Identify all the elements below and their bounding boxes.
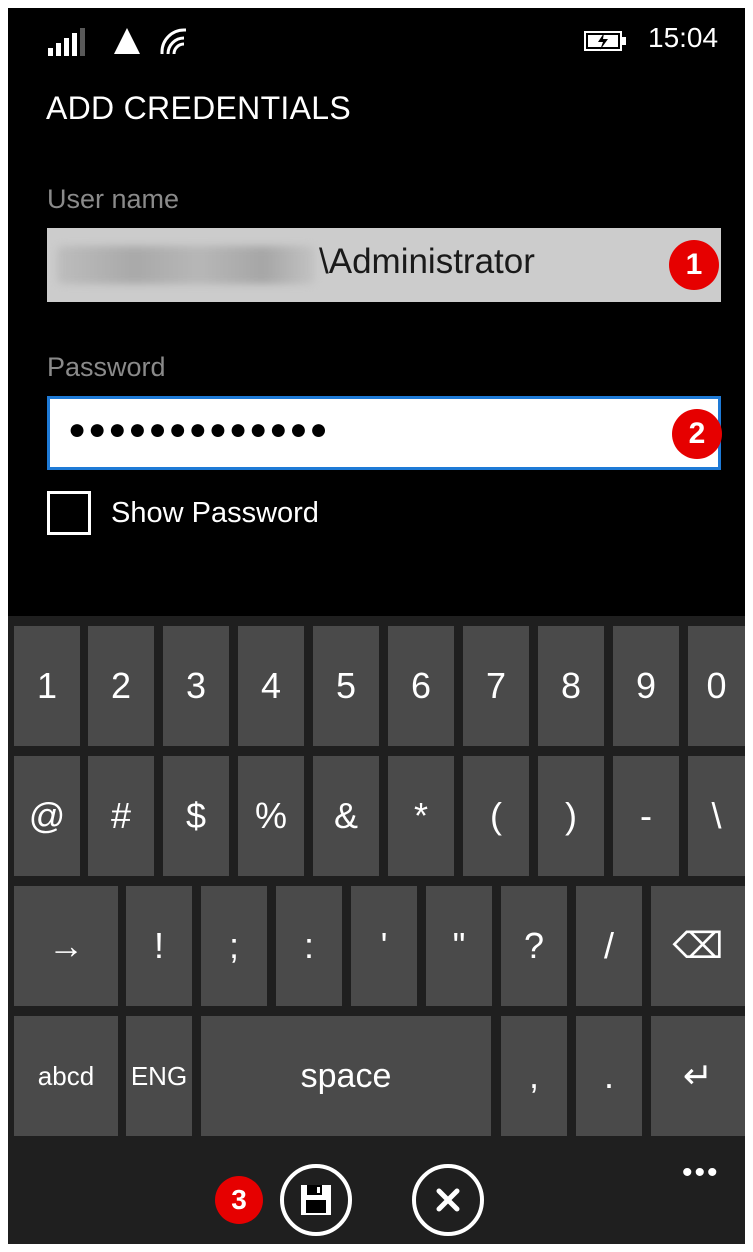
key-2[interactable]: 2: [88, 626, 154, 746]
username-label: User name: [47, 184, 180, 214]
key-open-paren[interactable]: (: [463, 756, 529, 876]
status-time: 15:04: [648, 22, 719, 53]
backspace-key[interactable]: ⌫: [651, 886, 745, 1006]
enter-key[interactable]: ↵: [651, 1016, 745, 1136]
key-percent[interactable]: %: [238, 756, 304, 876]
key-hash[interactable]: #: [88, 756, 154, 876]
key-slash[interactable]: /: [576, 886, 642, 1006]
save-button[interactable]: [280, 1164, 352, 1236]
key-abcd[interactable]: abcd: [14, 1016, 118, 1136]
close-icon: [436, 1188, 460, 1212]
key-dollar[interactable]: $: [163, 756, 229, 876]
key-comma[interactable]: ,: [501, 1016, 567, 1136]
battery-charging-icon: [584, 31, 626, 51]
key-apostrophe[interactable]: ': [351, 886, 417, 1006]
key-3[interactable]: 3: [163, 626, 229, 746]
signal-strength-icon: [48, 26, 88, 56]
key-at[interactable]: @: [14, 756, 80, 876]
key-0[interactable]: 0: [688, 626, 745, 746]
wifi-icon: [160, 28, 186, 55]
key-period[interactable]: .: [576, 1016, 642, 1136]
key-hyphen[interactable]: -: [613, 756, 679, 876]
key-8[interactable]: 8: [538, 626, 604, 746]
status-bar: 15:04: [8, 8, 745, 68]
key-colon[interactable]: :: [276, 886, 342, 1006]
redacted-domain: [57, 246, 315, 284]
key-9[interactable]: 9: [613, 626, 679, 746]
keyboard-row-symbols: @ # $ % & * ( ) - \: [8, 756, 745, 876]
key-quote[interactable]: ": [426, 886, 492, 1006]
key-language[interactable]: ENG: [126, 1016, 192, 1136]
app-bar: 3 •••: [8, 1156, 745, 1244]
step-marker-1: 1: [669, 240, 719, 290]
key-7[interactable]: 7: [463, 626, 529, 746]
cancel-button[interactable]: [412, 1164, 484, 1236]
key-backslash[interactable]: \: [688, 756, 745, 876]
data-connection-icon: [114, 28, 140, 54]
key-asterisk[interactable]: *: [388, 756, 454, 876]
key-exclamation[interactable]: !: [126, 886, 192, 1006]
key-space[interactable]: space: [201, 1016, 491, 1136]
password-field[interactable]: ●●●●●●●●●●●●● 2: [47, 396, 722, 470]
key-ampersand[interactable]: &: [313, 756, 379, 876]
key-question[interactable]: ?: [501, 886, 567, 1006]
password-label: Password: [47, 352, 166, 382]
page-title: ADD CREDENTIALS: [46, 90, 351, 126]
username-field[interactable]: \Administrator 1: [47, 228, 721, 302]
keyboard-row-bottom: abcd ENG space , . ↵: [8, 1016, 745, 1136]
show-password-toggle[interactable]: Show Password: [47, 488, 319, 538]
key-semicolon[interactable]: ;: [201, 886, 267, 1006]
step-marker-2: 2: [672, 409, 722, 459]
phone-screen: 15:04 ADD CREDENTIALS User name \Adminis…: [8, 8, 745, 1244]
keyboard-row-numbers: 1 2 3 4 5 6 7 8 9 0: [8, 626, 745, 746]
show-password-label: Show Password: [111, 496, 319, 529]
key-5[interactable]: 5: [313, 626, 379, 746]
key-tab-arrow[interactable]: →: [14, 886, 118, 1006]
key-close-paren[interactable]: ): [538, 756, 604, 876]
show-password-checkbox[interactable]: [47, 491, 91, 535]
more-options-icon[interactable]: •••: [682, 1156, 720, 1190]
keyboard-row-punctuation: → ! ; : ' " ? / ⌫: [8, 886, 745, 1006]
key-6[interactable]: 6: [388, 626, 454, 746]
save-icon: [301, 1185, 331, 1215]
key-4[interactable]: 4: [238, 626, 304, 746]
key-1[interactable]: 1: [14, 626, 80, 746]
step-marker-3: 3: [215, 1176, 263, 1224]
password-value: ●●●●●●●●●●●●●: [68, 413, 330, 446]
on-screen-keyboard: 1 2 3 4 5 6 7 8 9 0 @ # $ % & * ( ) - \ …: [8, 616, 745, 1156]
username-value: \Administrator: [319, 242, 535, 281]
